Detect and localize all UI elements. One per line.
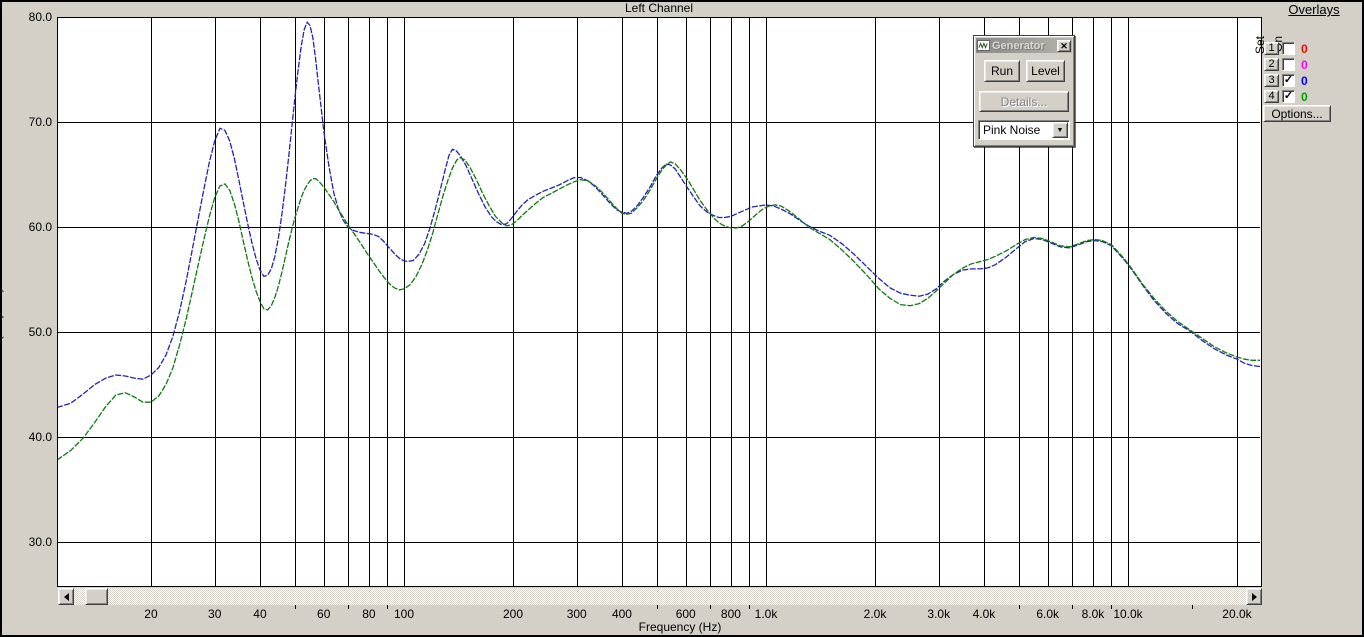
plot-area — [57, 17, 1262, 587]
generator-close-button[interactable]: ✕ — [1057, 39, 1071, 52]
overlay-4-button[interactable]: 4 — [1264, 90, 1279, 103]
signal-select[interactable]: Pink Noise ▼ — [978, 120, 1070, 140]
right-arrow-icon — [1251, 592, 1257, 601]
h-scrollbar[interactable] — [58, 588, 1262, 605]
overlay-3-value: 0 — [1301, 74, 1308, 88]
signal-select-value: Pink Noise — [983, 123, 1041, 137]
run-button[interactable]: Run — [984, 60, 1020, 82]
overlay-3-checkbox[interactable]: ✓ — [1282, 74, 1295, 87]
overlay-4-checkbox[interactable]: ✓ — [1282, 90, 1295, 103]
generator-icon — [977, 40, 990, 51]
details-button: Details... — [979, 91, 1069, 112]
scroll-thumb[interactable] — [85, 588, 108, 605]
overlay-1-button[interactable]: 1 — [1264, 42, 1279, 55]
options-button[interactable]: Options... — [1263, 105, 1331, 122]
overlay-2-button[interactable]: 2 — [1264, 58, 1279, 71]
scroll-right-button[interactable] — [1246, 588, 1262, 605]
chevron-down-icon: ▼ — [1056, 126, 1064, 134]
overlay-1-value: 0 — [1301, 42, 1308, 56]
overlay-2-value: 0 — [1301, 58, 1308, 72]
overlay-1-checkbox[interactable] — [1282, 42, 1295, 55]
signal-dropdown-button[interactable]: ▼ — [1052, 122, 1068, 138]
overlay-3-button[interactable]: 3 — [1264, 74, 1279, 87]
overlays-title[interactable]: Overlays — [1272, 2, 1356, 17]
overlay-2-checkbox[interactable] — [1282, 58, 1295, 71]
chart-title: Left Channel — [624, 1, 694, 15]
scroll-left-button[interactable] — [58, 588, 74, 605]
generator-titlebar[interactable]: Generator ✕ — [976, 38, 1072, 53]
overlay-4-value: 0 — [1301, 90, 1308, 104]
close-icon: ✕ — [1060, 40, 1068, 51]
generator-title: Generator — [992, 39, 1045, 52]
left-arrow-icon — [63, 592, 69, 601]
spl-chart — [57, 17, 1262, 609]
level-button[interactable]: Level — [1026, 60, 1065, 82]
generator-window: Generator ✕ Run Level Details... Pink No… — [973, 35, 1075, 147]
truerta-window: Left Channel SPL (dB peak) Frequency (Hz… — [0, 0, 1364, 637]
